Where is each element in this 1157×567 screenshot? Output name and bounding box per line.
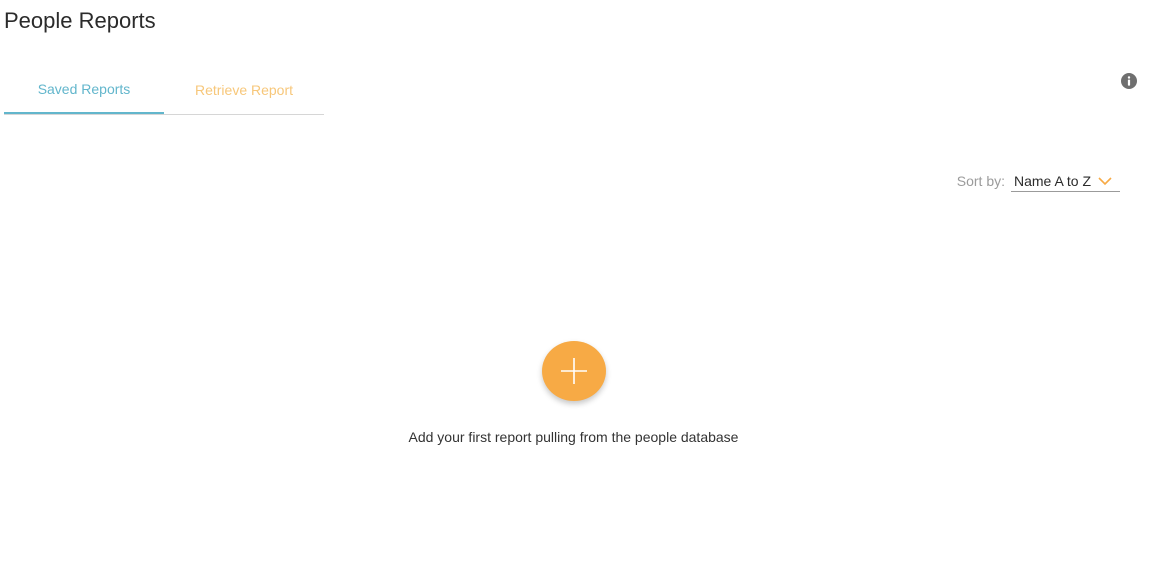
page-title: People Reports bbox=[4, 8, 156, 33]
chevron-down-icon bbox=[1098, 176, 1112, 185]
sort-dropdown[interactable]: Name A to Z bbox=[1011, 170, 1120, 192]
sort-control: Sort by: Name A to Z bbox=[957, 170, 1120, 192]
people-reports-page: People Reports Saved Reports Retrieve Re… bbox=[0, 0, 1157, 567]
tab-retrieve-report[interactable]: Retrieve Report bbox=[164, 66, 324, 113]
tab-saved-reports[interactable]: Saved Reports bbox=[4, 66, 164, 114]
report-tabs: Saved Reports Retrieve Report bbox=[4, 66, 324, 115]
add-report-button[interactable] bbox=[542, 341, 606, 401]
sort-label: Sort by: bbox=[956, 173, 1005, 189]
plus-icon bbox=[561, 358, 587, 384]
info-icon[interactable] bbox=[1121, 73, 1137, 89]
sort-selected-value: Name A to Z bbox=[1014, 172, 1092, 189]
empty-state-message: Add your first report pulling from the p… bbox=[408, 429, 739, 445]
